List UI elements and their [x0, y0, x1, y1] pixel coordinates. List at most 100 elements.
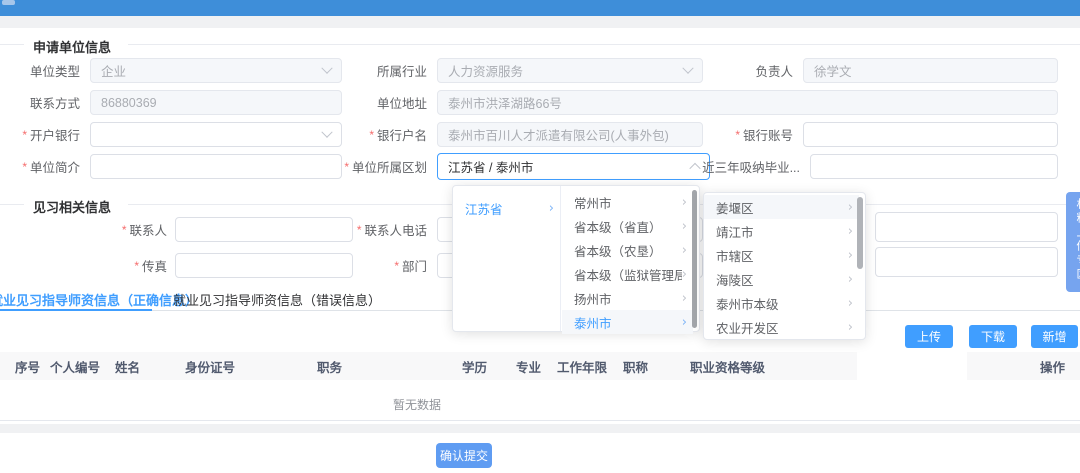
cascader-option-city[interactable]: 扬州市› [562, 286, 693, 310]
chevron-down-icon [682, 62, 693, 73]
unit-type-select[interactable]: 企业 [90, 58, 342, 83]
chevron-down-icon [321, 126, 332, 137]
region-dropdown-panel: 江苏省› 常州市› 省本级（省直）› 省本级（农垦）› 省本级（监狱管理局）› … [452, 185, 700, 332]
cascader-option-district[interactable]: 泰州市本级› [704, 291, 859, 315]
bank-account-name-label: *银行户名 [340, 122, 427, 147]
contact-label: 联系方式 [10, 90, 80, 115]
scrollbar-thumb[interactable] [692, 190, 697, 328]
divider-right [128, 44, 1080, 45]
col-header-personal-id: 个人编号 [50, 352, 100, 380]
col-header-name: 姓名 [115, 352, 140, 380]
page: 申请单位信息 单位类型 企业 所属行业 人力资源服务 负责人 徐学文 联系方式 … [0, 0, 1080, 473]
cascader-option-district[interactable]: 姜堰区› [704, 195, 859, 219]
fax-label: *传真 [60, 253, 167, 278]
side-tab-label: 材料上传专区 [1073, 198, 1080, 282]
grad-recruit-input[interactable] [810, 154, 1058, 179]
address-label: 单位地址 [340, 90, 427, 115]
chevron-right-icon: › [682, 315, 687, 330]
bank-select[interactable] [90, 122, 342, 147]
contact-person-input[interactable] [175, 217, 353, 242]
table-header-gap [857, 352, 967, 380]
top-bar-fragment [2, 0, 15, 5]
divider-left [0, 44, 24, 45]
confirm-submit-button[interactable]: 确认提交 [436, 443, 492, 468]
section-title-unit-info: 申请单位信息 [33, 37, 111, 56]
intern-extra-input-2[interactable] [875, 247, 1058, 277]
cascader-option-city[interactable]: 省本级（省直）› [562, 214, 693, 238]
contact-person-label: *联系人 [60, 217, 167, 242]
cascader-column-province: 江苏省› [453, 186, 561, 331]
region-cascader[interactable]: 江苏省 / 泰州市 [437, 153, 710, 180]
table-empty-text: 暂无数据 [393, 396, 441, 413]
cascader-column-city: 常州市› 省本级（省直）› 省本级（农垦）› 省本级（监狱管理局）› 扬州市› … [562, 190, 693, 334]
cascader-option-city[interactable]: 省本级（监狱管理局）› [562, 262, 693, 286]
chevron-right-icon: › [848, 224, 853, 239]
region-label: *单位所属区划 [330, 154, 427, 179]
principal-input[interactable]: 徐学文 [803, 58, 1058, 83]
top-blue-bar [0, 0, 1080, 16]
cascader-option-district[interactable]: 海陵区› [704, 267, 859, 291]
principal-label: 负责人 [715, 58, 793, 83]
bank-account-no-input[interactable] [803, 122, 1058, 147]
col-header-actions: 操作 [1040, 352, 1065, 380]
grad-recruit-label: *近三年吸纳毕业... [700, 154, 800, 179]
chevron-right-icon: › [848, 248, 853, 263]
col-header-education: 学历 [462, 352, 487, 380]
cascader-option-district[interactable]: 市辖区› [704, 243, 859, 267]
section-title-intern-info: 见习相关信息 [33, 197, 111, 216]
department-label: *部门 [340, 253, 427, 278]
unit-type-label: 单位类型 [10, 58, 80, 83]
industry-label: 所属行业 [340, 58, 427, 83]
unit-intro-label: *单位简介 [10, 154, 80, 179]
col-header-work-years: 工作年限 [557, 352, 607, 380]
chevron-right-icon: › [682, 267, 687, 282]
col-header-qualification: 职业资格等级 [690, 352, 765, 380]
col-header-id-card: 身份证号 [185, 352, 235, 380]
col-header-title: 职称 [623, 352, 648, 380]
cascader-option-city[interactable]: 常州市› [562, 190, 693, 214]
chevron-right-icon: › [549, 201, 554, 216]
industry-select[interactable]: 人力资源服务 [437, 58, 703, 83]
table-bottom-border [0, 420, 1080, 421]
tab-teacher-info-error[interactable]: 就业见习指导师资信息（错误信息） [173, 288, 381, 310]
col-header-seq: 序号 [15, 352, 40, 380]
cascader-option-district[interactable]: 靖江市› [704, 219, 859, 243]
divider-left [0, 204, 24, 205]
footer-gray-strip [0, 424, 1080, 433]
contact-input[interactable]: 86880369 [90, 90, 342, 115]
bank-account-name-input[interactable]: 泰州市百川人才派遣有限公司(人事外包) [437, 122, 703, 147]
upload-button[interactable]: 上传 [905, 325, 953, 348]
side-vertical-tab[interactable]: 材料上传专区 [1066, 192, 1080, 292]
chevron-up-icon [689, 162, 700, 173]
cascader-option-jiangsu[interactable]: 江苏省› [453, 196, 560, 220]
chevron-right-icon: › [682, 195, 687, 210]
bank-label: *开户银行 [10, 122, 80, 147]
chevron-right-icon: › [848, 296, 853, 311]
chevron-down-icon [321, 62, 332, 73]
fax-input[interactable] [175, 253, 353, 278]
cascader-option-city[interactable]: 省本级（农垦）› [562, 238, 693, 262]
cascader-option-city-selected[interactable]: 泰州市› [562, 310, 693, 334]
tab-teacher-info-correct[interactable]: 就业见习指导师资信息（正确信息） [0, 288, 198, 310]
chevron-right-icon: › [848, 320, 853, 335]
chevron-right-icon: › [682, 219, 687, 234]
download-button[interactable]: 下载 [969, 325, 1017, 348]
unit-intro-input[interactable] [90, 154, 342, 179]
region-dropdown-panel-district: 姜堰区› 靖江市› 市辖区› 海陵区› 泰州市本级› 农业开发区› [703, 192, 866, 340]
cascader-column-district: 姜堰区› 靖江市› 市辖区› 海陵区› 泰州市本级› 农业开发区› [704, 195, 859, 339]
scrollbar-thumb[interactable] [857, 197, 863, 269]
active-tab-indicator [0, 309, 152, 311]
header-gray-strip [0, 16, 1080, 28]
chevron-right-icon: › [682, 291, 687, 306]
contact-phone-label: *联系人电话 [340, 217, 427, 242]
add-button[interactable]: 新增 [1031, 325, 1078, 348]
col-header-major: 专业 [516, 352, 541, 380]
intern-extra-input-1[interactable] [875, 212, 1058, 242]
cascader-option-district[interactable]: 农业开发区› [704, 315, 859, 339]
address-input[interactable]: 泰州市洪泽湖路66号 [437, 90, 1058, 115]
chevron-right-icon: › [848, 200, 853, 215]
chevron-right-icon: › [848, 272, 853, 287]
chevron-right-icon: › [682, 243, 687, 258]
col-header-position: 职务 [317, 352, 342, 380]
bank-account-no-label: *银行账号 [715, 122, 793, 147]
